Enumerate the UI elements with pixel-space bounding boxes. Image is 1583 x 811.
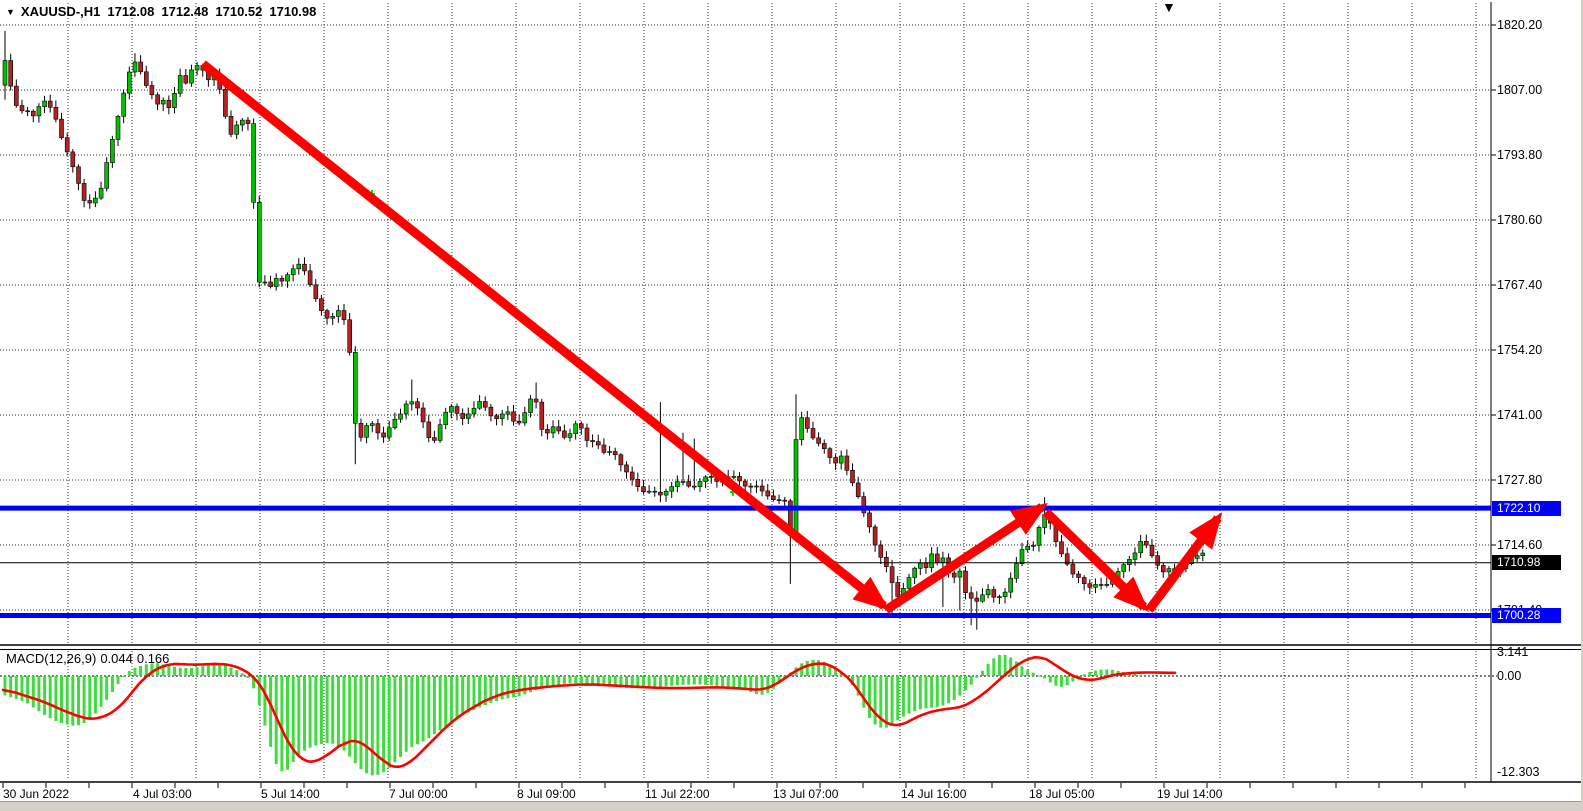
macd-main-value: 0.044 [100, 651, 133, 666]
date-axis-label: 30 Jun 2022 [3, 787, 69, 801]
price-axis-label: 1741.00 [1497, 407, 1542, 423]
macd-axis-label: -12.303 [1497, 764, 1539, 780]
price-axis-label: 1820.20 [1497, 17, 1542, 33]
price-axis-label: 1767.40 [1497, 277, 1542, 293]
price-axis-label: 1780.60 [1497, 212, 1542, 228]
window-bottom-edge [0, 801, 1583, 811]
chart-header: ▼ XAUUSD-,H1 1712.08 1712.48 1710.52 1710.98 [6, 4, 316, 19]
macd-label: MACD(12,26,9) [6, 651, 96, 666]
macd-indicator-header: MACD(12,26,9) 0.044 0.166 [6, 651, 173, 666]
ohlc-open-value: 1712.08 [107, 4, 154, 19]
price-axis-label: 1754.20 [1497, 342, 1542, 358]
date-axis-label: 18 Jul 05:00 [1029, 787, 1094, 801]
date-axis-label: 19 Jul 14:00 [1157, 787, 1222, 801]
price-axis-label: 1714.60 [1497, 537, 1542, 553]
macd-axis-label: 3.141 [1497, 644, 1528, 660]
date-axis-label: 4 Jul 03:00 [133, 787, 192, 801]
price-axis-label: 1793.80 [1497, 147, 1542, 163]
ohlc-low-value: 1710.52 [215, 4, 262, 19]
chart-shift-marker-icon[interactable]: ▼ [1162, 0, 1176, 14]
symbol-dropdown-icon[interactable]: ▼ [6, 7, 15, 17]
date-axis-label: 7 Jul 00:00 [389, 787, 448, 801]
current-price-badge: 1710.98 [1492, 555, 1561, 570]
price-axis-label: 1807.00 [1497, 82, 1542, 98]
ohlc-close-value: 1710.98 [269, 4, 316, 19]
chart-svg [0, 0, 1583, 811]
macd-axis-label: 0.00 [1497, 668, 1521, 684]
ohlc-high-value: 1712.48 [161, 4, 208, 19]
date-axis-label: 13 Jul 07:00 [773, 787, 838, 801]
date-axis-label: 11 Jul 22:00 [645, 787, 710, 801]
date-axis-label: 8 Jul 09:00 [517, 787, 576, 801]
chart-canvas[interactable] [0, 0, 1583, 811]
date-axis-label: 14 Jul 16:00 [901, 787, 966, 801]
symbol-period-label: XAUUSD-,H1 [21, 4, 100, 19]
price-axis-label: 1727.80 [1497, 472, 1542, 488]
support-price-badge: 1700.28 [1492, 608, 1561, 623]
date-axis-label: 5 Jul 14:00 [261, 787, 320, 801]
trading-chart-window: ▼XAUUSD-,H11712.081712.481710.521710.98 … [0, 0, 1583, 811]
macd-signal-value: 0.166 [137, 651, 170, 666]
resistance-price-badge: 1722.10 [1492, 501, 1561, 516]
